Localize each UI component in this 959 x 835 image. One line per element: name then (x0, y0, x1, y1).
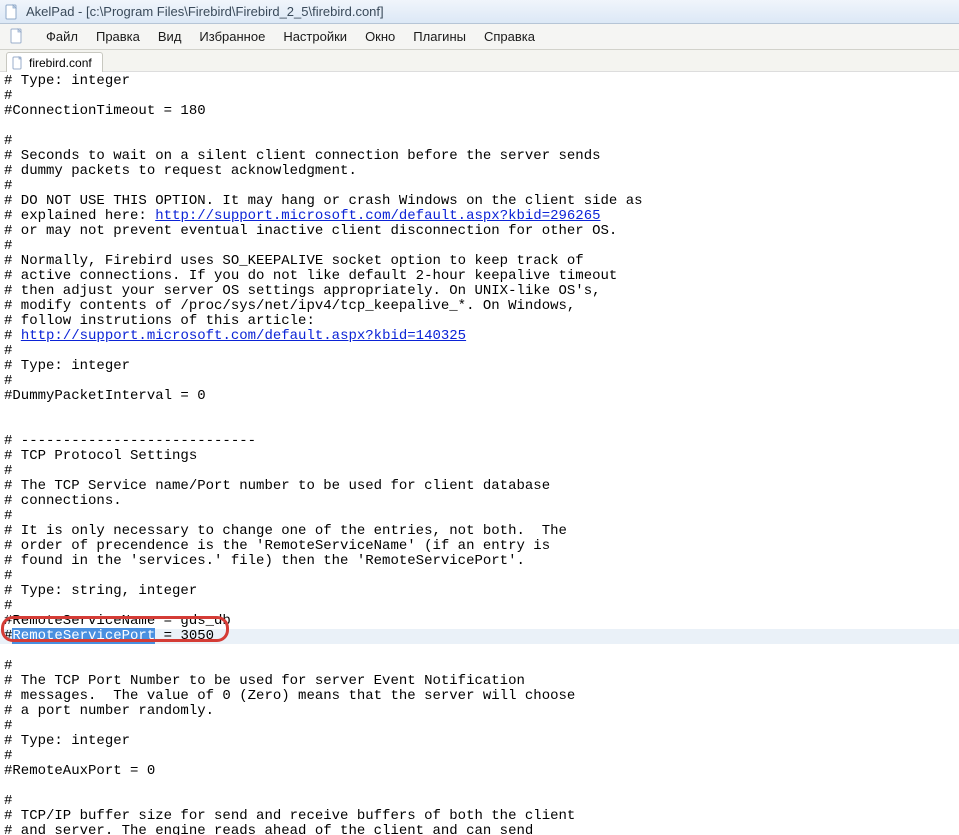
code-line[interactable]: # TCP/IP buffer size for send and receiv… (4, 808, 575, 824)
code-line[interactable]: # http://support.microsoft.com/default.a… (4, 328, 466, 344)
code-line[interactable]: #RemoteAuxPort = 0 (4, 763, 155, 779)
code-line[interactable]: # order of precendence is the 'RemoteSer… (4, 538, 550, 554)
editor-area[interactable]: # Type: integer # #ConnectionTimeout = 1… (0, 72, 959, 835)
current-line[interactable]: #RemoteServicePort = 3050 (0, 629, 959, 644)
code-line[interactable]: # (4, 793, 12, 809)
code-line[interactable]: # messages. The value of 0 (Zero) means … (4, 688, 575, 704)
code-line[interactable]: # TCP Protocol Settings (4, 448, 197, 464)
menu-view[interactable]: Вид (150, 27, 190, 46)
code-line[interactable]: # The TCP Service name/Port number to be… (4, 478, 550, 494)
tabbar: firebird.conf (0, 50, 959, 72)
code-line[interactable]: # dummy packets to request acknowledgmen… (4, 163, 357, 179)
code-line[interactable]: # active connections. If you do not like… (4, 268, 617, 284)
code-line[interactable]: # Type: integer (4, 73, 130, 89)
code-line[interactable]: # DO NOT USE THIS OPTION. It may hang or… (4, 193, 643, 209)
app-icon (4, 4, 20, 20)
code-line[interactable]: # Normally, Firebird uses SO_KEEPALIVE s… (4, 253, 584, 269)
new-file-icon[interactable] (8, 27, 26, 45)
code-line[interactable]: # Type: integer (4, 733, 130, 749)
menu-file[interactable]: Файл (38, 27, 86, 46)
code-line[interactable]: # (4, 718, 12, 734)
document-icon (11, 56, 25, 70)
code-line[interactable]: # (4, 568, 12, 584)
tab-label: firebird.conf (29, 56, 92, 70)
code-line[interactable]: # and server. The engine reads ahead of … (4, 823, 533, 835)
menu-help[interactable]: Справка (476, 27, 543, 46)
code-line[interactable]: # (4, 343, 12, 359)
code-line[interactable]: #DummyPacketInterval = 0 (4, 388, 206, 404)
code-line[interactable]: # explained here: http://support.microso… (4, 208, 601, 224)
menu-edit[interactable]: Правка (88, 27, 148, 46)
menu-window[interactable]: Окно (357, 27, 403, 46)
code-line[interactable]: # ---------------------------- (4, 433, 256, 449)
tab-firebird-conf[interactable]: firebird.conf (6, 52, 103, 72)
code-line[interactable]: # (4, 463, 12, 479)
window-title: AkelPad - [c:\Program Files\Firebird\Fir… (26, 4, 384, 19)
code-line[interactable]: # (4, 88, 12, 104)
code-line[interactable]: # The TCP Port Number to be used for ser… (4, 673, 525, 689)
code-line[interactable]: # (4, 658, 12, 674)
code-line[interactable]: # Seconds to wait on a silent client con… (4, 148, 601, 164)
code-line[interactable]: # Type: integer (4, 358, 130, 374)
menubar: Файл Правка Вид Избранное Настройки Окно… (0, 24, 959, 50)
code-line[interactable]: # (4, 373, 12, 389)
titlebar: AkelPad - [c:\Program Files\Firebird\Fir… (0, 0, 959, 24)
kb-link-296265[interactable]: http://support.microsoft.com/default.asp… (155, 208, 600, 224)
selection[interactable]: RemoteServicePort (12, 628, 155, 644)
menu-settings[interactable]: Настройки (275, 27, 355, 46)
code-line[interactable]: #ConnectionTimeout = 180 (4, 103, 206, 119)
menu-plugins[interactable]: Плагины (405, 27, 474, 46)
code-line[interactable]: # (4, 748, 12, 764)
code-line[interactable]: # (4, 178, 12, 194)
code-line[interactable]: # found in the 'services.' file) then th… (4, 553, 525, 569)
code-line[interactable]: # connections. (4, 493, 122, 509)
code-line[interactable]: # Type: string, integer (4, 583, 197, 599)
code-line[interactable]: # or may not prevent eventual inactive c… (4, 223, 617, 239)
code-line[interactable]: # It is only necessary to change one of … (4, 523, 567, 539)
menu-favorites[interactable]: Избранное (191, 27, 273, 46)
code-line[interactable]: # (4, 133, 12, 149)
code-line[interactable]: # then adjust your server OS settings ap… (4, 283, 601, 299)
code-line[interactable]: # (4, 598, 12, 614)
code-line[interactable]: # modify contents of /proc/sys/net/ipv4/… (4, 298, 575, 314)
kb-link-140325[interactable]: http://support.microsoft.com/default.asp… (21, 328, 466, 344)
code-line[interactable]: # a port number randomly. (4, 703, 214, 719)
code-line[interactable]: #RemoteServiceName = gds_db (4, 613, 231, 629)
code-line[interactable]: # (4, 508, 12, 524)
code-line[interactable]: # follow instrutions of this article: (4, 313, 315, 329)
code-line[interactable]: # (4, 238, 12, 254)
